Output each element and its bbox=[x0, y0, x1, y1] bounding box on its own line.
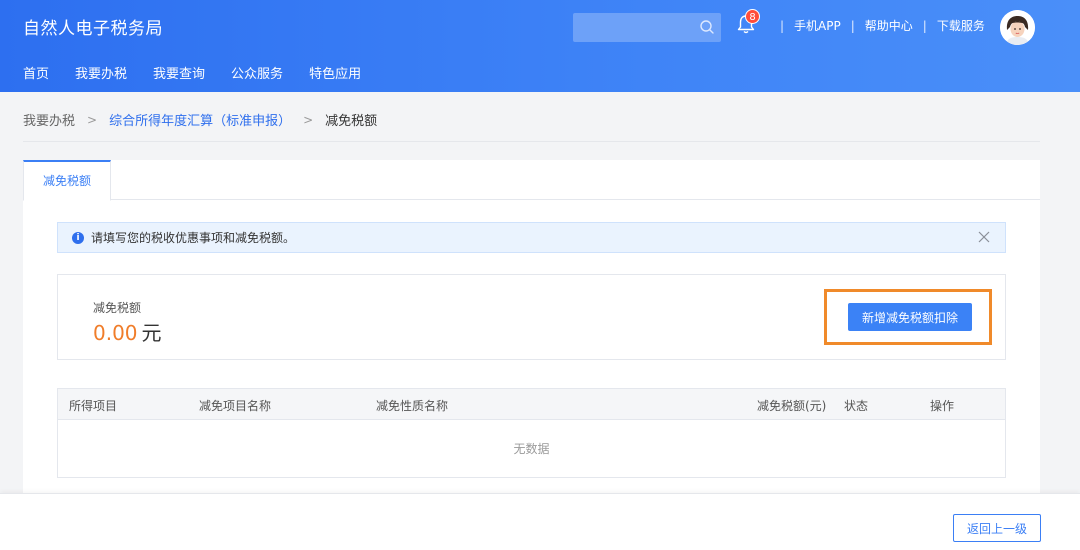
column-header-actions: 操作 bbox=[930, 399, 955, 413]
site-title[interactable]: 自然人电子税务局 bbox=[23, 14, 163, 39]
amount-unit: 元 bbox=[141, 321, 162, 345]
amount-value: 0.00 bbox=[93, 321, 138, 345]
column-header-reduction-item: 减免项目名称 bbox=[199, 399, 272, 413]
main-panel: 减免税额 i 请填写您的税收优惠事项和减免税额。 减免税额 0.00 元 新增减免… bbox=[23, 160, 1040, 493]
search-icon[interactable] bbox=[699, 19, 715, 35]
column-header-reduction-amount: 减免税额(元) bbox=[757, 399, 827, 413]
avatar-icon bbox=[1000, 10, 1035, 45]
top-links: | 手机APP | 帮助中心 | 下载服务 bbox=[770, 17, 985, 34]
reduction-table: 所得项目 减免项目名称 减免性质名称 减免税额(元) 状态 操作 无数据 bbox=[57, 388, 1006, 478]
table-header: 所得项目 减免项目名称 减免性质名称 减免税额(元) 状态 操作 bbox=[58, 389, 1005, 420]
user-avatar[interactable] bbox=[1000, 10, 1035, 45]
top-header: 自然人电子税务局 8 | 手机APP | 帮助中心 | 下载服务 首页 我要办税… bbox=[0, 0, 1080, 92]
breadcrumb-divider bbox=[23, 141, 1040, 142]
info-icon: i bbox=[72, 231, 84, 244]
info-notice: i 请填写您的税收优惠事项和减免税额。 bbox=[57, 222, 1006, 253]
empty-state-text: 无数据 bbox=[513, 442, 550, 456]
breadcrumb: 我要办税 > 综合所得年度汇算（标准申报） > 减免税额 bbox=[23, 110, 378, 130]
add-tax-reduction-button[interactable]: 新增减免税额扣除 bbox=[848, 303, 972, 331]
summary-card: 减免税额 0.00 元 新增减免税额扣除 bbox=[57, 274, 1006, 360]
breadcrumb-separator: > bbox=[87, 112, 98, 127]
download-service-link[interactable]: 下载服务 bbox=[937, 17, 985, 34]
search-input[interactable] bbox=[573, 13, 693, 42]
link-separator: | bbox=[922, 18, 927, 33]
close-icon[interactable] bbox=[977, 230, 991, 244]
nav-item-query[interactable]: 我要查询 bbox=[153, 63, 205, 82]
summary-label: 减免税额 bbox=[93, 301, 142, 315]
notification-badge: 8 bbox=[745, 9, 760, 24]
breadcrumb-item-annual-settlement[interactable]: 综合所得年度汇算（标准申报） bbox=[109, 110, 291, 129]
breadcrumb-separator: > bbox=[303, 112, 314, 127]
help-center-link[interactable]: 帮助中心 bbox=[865, 17, 913, 34]
link-separator: | bbox=[780, 18, 785, 33]
breadcrumb-item-tax-handling[interactable]: 我要办税 bbox=[23, 110, 75, 129]
nav-item-tax-handling[interactable]: 我要办税 bbox=[75, 63, 127, 82]
back-button[interactable]: 返回上一级 bbox=[953, 514, 1041, 542]
breadcrumb-item-current: 减免税额 bbox=[325, 114, 378, 129]
column-header-status: 状态 bbox=[844, 399, 869, 413]
notice-text: 请填写您的税收优惠事项和减免税额。 bbox=[91, 231, 296, 245]
tab-tax-reduction[interactable]: 减免税额 bbox=[23, 160, 111, 201]
mobile-app-link[interactable]: 手机APP bbox=[794, 17, 841, 34]
main-nav: 首页 我要办税 我要查询 公众服务 特色应用 bbox=[23, 63, 387, 82]
nav-item-public-service[interactable]: 公众服务 bbox=[231, 63, 283, 82]
nav-item-home[interactable]: 首页 bbox=[23, 63, 49, 82]
search-box[interactable] bbox=[573, 13, 721, 42]
footer-bar: 返回上一级 bbox=[0, 493, 1080, 550]
tab-bar: 减免税额 bbox=[23, 160, 1040, 201]
link-separator: | bbox=[850, 18, 855, 33]
nav-item-special-apps[interactable]: 特色应用 bbox=[309, 63, 361, 82]
column-header-income-item: 所得项目 bbox=[69, 399, 118, 413]
summary-amount: 0.00 元 bbox=[93, 317, 162, 346]
column-header-reduction-nature: 减免性质名称 bbox=[376, 399, 449, 413]
